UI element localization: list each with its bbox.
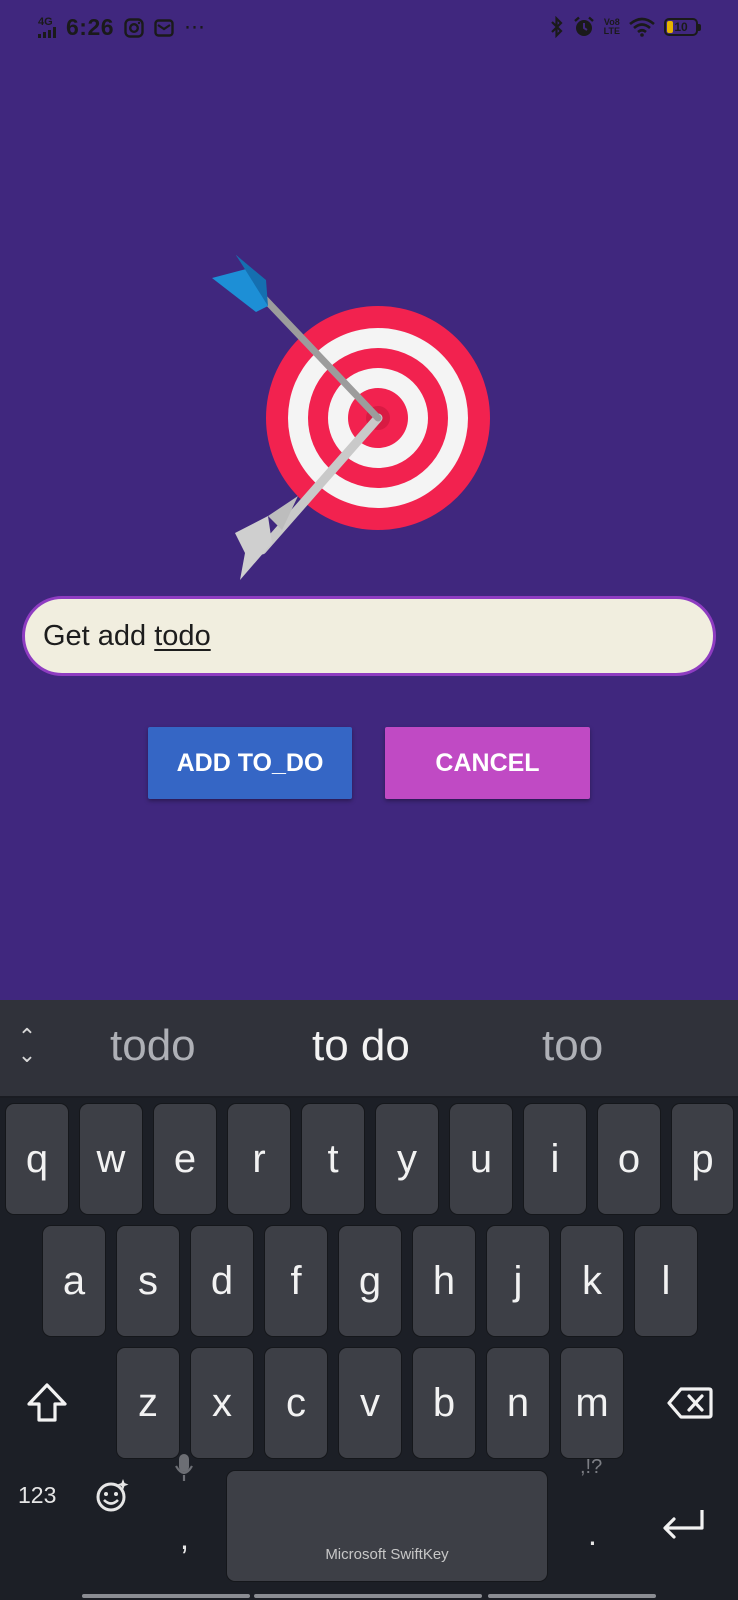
- key-d[interactable]: d: [190, 1225, 254, 1337]
- shift-key[interactable]: [5, 1347, 89, 1459]
- key-p[interactable]: p: [671, 1103, 734, 1215]
- mail-icon: [154, 18, 174, 37]
- period-key[interactable]: ,!? .: [560, 1440, 630, 1590]
- comma-label: ,: [180, 1520, 189, 1556]
- comma-key[interactable]: ,: [150, 1440, 220, 1590]
- wifi-icon: [629, 17, 655, 37]
- numbers-key[interactable]: 123: [18, 1482, 56, 1509]
- key-f[interactable]: f: [264, 1225, 328, 1337]
- bluetooth-icon: [550, 16, 563, 38]
- key-o[interactable]: o: [597, 1103, 661, 1215]
- network-type: 4G: [38, 16, 53, 28]
- suggestion-1[interactable]: todo: [110, 1016, 196, 1076]
- key-t[interactable]: t: [301, 1103, 365, 1215]
- status-bar: 4G 6:26 ⋯ Vo8 LTE 10: [0, 0, 738, 58]
- keyboard: ⌃ ⌄ todo to do too q w e r t y u i o p a …: [0, 1000, 738, 1600]
- key-v[interactable]: v: [338, 1347, 402, 1459]
- target-arrow-image: [212, 255, 490, 580]
- key-k[interactable]: k: [560, 1225, 624, 1337]
- key-l[interactable]: l: [634, 1225, 698, 1337]
- key-a[interactable]: a: [42, 1225, 106, 1337]
- key-i[interactable]: i: [523, 1103, 587, 1215]
- more-icon: ⋯: [184, 15, 206, 39]
- todo-input-composing-word: todo: [154, 619, 211, 652]
- key-u[interactable]: u: [449, 1103, 513, 1215]
- signal-icon: [38, 27, 56, 38]
- key-y[interactable]: y: [375, 1103, 439, 1215]
- microphone-icon: [175, 1454, 193, 1481]
- nav-bar-right: [488, 1594, 656, 1598]
- network-indicator: 4G: [38, 17, 56, 38]
- alarm-icon: [573, 16, 594, 36]
- clock: 6:26: [66, 14, 115, 40]
- backspace-icon: [667, 1387, 713, 1419]
- period-label: .: [588, 1516, 597, 1552]
- battery-level: 10: [674, 20, 688, 34]
- key-c[interactable]: c: [264, 1347, 328, 1459]
- suggestion-2[interactable]: to do: [312, 1016, 410, 1076]
- todo-input-text: Get add: [43, 619, 155, 652]
- status-left: 4G 6:26 ⋯: [38, 14, 205, 41]
- key-w[interactable]: w: [79, 1103, 143, 1215]
- instagram-icon: [124, 17, 144, 38]
- volte-icon: Vo8 LTE: [603, 17, 620, 36]
- key-e[interactable]: e: [153, 1103, 217, 1215]
- todo-input[interactable]: Get add todo: [22, 596, 716, 676]
- nav-bar-left: [82, 1594, 250, 1598]
- suggestion-3[interactable]: too: [542, 1016, 603, 1076]
- battery-icon: 10: [664, 18, 701, 36]
- space-bar-label: Microsoft SwiftKey: [325, 1546, 449, 1563]
- space-bar[interactable]: Microsoft SwiftKey: [226, 1470, 548, 1582]
- key-q[interactable]: q: [5, 1103, 69, 1215]
- key-r[interactable]: r: [227, 1103, 291, 1215]
- key-n[interactable]: n: [486, 1347, 550, 1459]
- suggestion-bar: ⌃ ⌄ todo to do too: [0, 1000, 738, 1098]
- emoji-icon[interactable]: [94, 1478, 130, 1514]
- key-b[interactable]: b: [412, 1347, 476, 1459]
- backspace-key[interactable]: [648, 1347, 732, 1459]
- enter-icon[interactable]: [660, 1508, 706, 1542]
- key-s[interactable]: s: [116, 1225, 180, 1337]
- nav-bar-center: [254, 1594, 482, 1598]
- add-todo-button[interactable]: ADD TO_DO: [148, 727, 352, 799]
- status-right: Vo8 LTE 10: [550, 16, 701, 38]
- key-j[interactable]: j: [486, 1225, 550, 1337]
- cancel-button[interactable]: CANCEL: [385, 727, 590, 799]
- expand-toolbar-icon[interactable]: ⌃ ⌄: [14, 1026, 40, 1068]
- punctuation-hint: ,!?: [580, 1456, 603, 1478]
- key-h[interactable]: h: [412, 1225, 476, 1337]
- key-g[interactable]: g: [338, 1225, 402, 1337]
- shift-icon: [27, 1383, 67, 1422]
